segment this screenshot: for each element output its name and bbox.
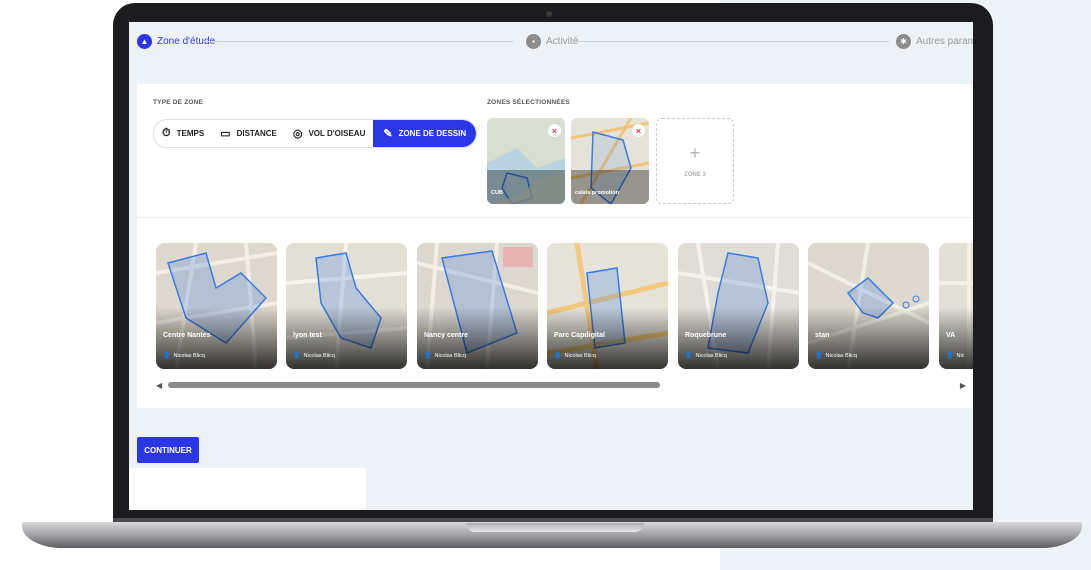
zone-tile[interactable]: Parc Capdigital 👤 Nicolas Blicq <box>547 243 668 369</box>
settings-icon: ✱ <box>896 33 911 49</box>
zone-type-dessin[interactable]: ✎ ZONE DE DESSIN <box>373 120 476 147</box>
selected-zone[interactable]: × CUB <box>487 118 565 204</box>
tile-name: Centre Nantes <box>163 332 211 339</box>
tile-overlay <box>939 307 973 369</box>
laptop-notch <box>466 523 644 532</box>
option-label: ZONE DE DESSIN <box>398 129 467 138</box>
stopwatch-icon: ⏱ <box>162 127 171 139</box>
zone-card: TYPE DE ZONE ⏱ TEMPS ▭ DISTANCE ◎ VOL D'… <box>137 84 973 408</box>
building-icon: ▪ <box>526 33 541 49</box>
user-icon: 👤 <box>946 353 954 359</box>
stepper-line <box>571 41 889 42</box>
tile-author: 👤 Nicolas Blicq <box>424 352 466 360</box>
zone-type-temps[interactable]: ⏱ TEMPS <box>154 120 212 147</box>
add-zone-label: ZONE 3 <box>684 172 706 178</box>
user-icon: 👤 <box>815 353 823 359</box>
selected-zone[interactable]: × calais promotion <box>571 118 649 204</box>
plus-icon: + <box>689 143 701 163</box>
zone-type-distance[interactable]: ▭ DISTANCE <box>212 120 285 147</box>
zone-tile[interactable]: lyon test 👤 Nicolas Blicq <box>286 243 407 369</box>
tile-name: lyon test <box>293 332 322 339</box>
divider <box>137 217 973 218</box>
remove-zone-button[interactable]: × <box>632 124 645 137</box>
zone-tile[interactable]: VA 👤 Nic <box>939 243 973 369</box>
stepper-line <box>204 41 514 42</box>
tile-author: 👤 Nicolas Blicq <box>685 352 727 360</box>
zone-type-vol-oiseau[interactable]: ◎ VOL D'OISEAU <box>285 120 373 147</box>
zone-tile[interactable]: Nancy centre 👤 Nicolas Blicq <box>417 243 538 369</box>
user-icon: 👤 <box>293 353 301 359</box>
tile-author: 👤 Nicolas Blicq <box>163 352 205 360</box>
type-zone-label: TYPE DE ZONE <box>153 99 204 106</box>
step-autres-parametres[interactable]: ✱ Autres param <box>896 31 973 51</box>
user-icon: 👤 <box>685 353 693 359</box>
tile-name: Parc Capdigital <box>554 332 605 339</box>
scroll-left-arrow-icon[interactable]: ◀ <box>156 381 162 390</box>
tile-author: 👤 Nicolas Blicq <box>554 352 596 360</box>
draw-icon: ✎ <box>383 128 393 140</box>
user-icon: 👤 <box>554 353 562 359</box>
tile-author: 👤 Nicolas Blicq <box>815 352 857 360</box>
user-icon: 👤 <box>163 353 171 359</box>
zone-tile[interactable]: Roquebrune 👤 Nicolas Blicq <box>678 243 799 369</box>
footer-panel <box>129 468 366 510</box>
camera-dot <box>546 11 552 17</box>
zone-name: calais promotion <box>575 190 620 196</box>
tile-name: Roquebrune <box>685 332 727 339</box>
app-screen: ▲ Zone d'étude ▪ Activité ✱ Autres param… <box>129 22 973 510</box>
tile-name: VA <box>946 332 956 339</box>
option-label: VOL D'OISEAU <box>308 129 366 138</box>
tile-author: 👤 Nicolas Blicq <box>293 352 335 360</box>
mountain-icon: ▲ <box>137 33 152 49</box>
target-icon: ◎ <box>292 128 303 140</box>
tile-author: 👤 Nic <box>946 352 965 360</box>
zone-tile[interactable]: stan 👤 Nicolas Blicq <box>808 243 929 369</box>
stepper: ▲ Zone d'étude ▪ Activité ✱ Autres param <box>129 22 973 62</box>
zone-gallery: Centre Nantes 👤 Nicolas Blicq lyon test 👤… <box>156 243 973 369</box>
remove-zone-button[interactable]: × <box>548 124 561 137</box>
add-zone-button[interactable]: + ZONE 3 <box>656 118 734 204</box>
step-label: Autres param <box>916 35 973 47</box>
zone-type-selector: ⏱ TEMPS ▭ DISTANCE ◎ VOL D'OISEAU ✎ ZONE… <box>153 119 477 148</box>
tile-name: stan <box>815 332 830 339</box>
user-icon: 👤 <box>424 353 432 359</box>
continue-button[interactable]: CONTINUER <box>137 437 199 463</box>
scroll-thumb[interactable] <box>168 382 660 388</box>
tile-name: Nancy centre <box>424 332 468 339</box>
option-label: TEMPS <box>176 129 205 138</box>
zone-name: CUB <box>491 190 503 196</box>
option-label: DISTANCE <box>236 129 277 138</box>
ruler-icon: ▭ <box>220 128 231 140</box>
selected-zones-label: ZONES SÉLECTIONNÉES <box>487 99 570 106</box>
scroll-right-arrow-icon[interactable]: ▶ <box>960 381 966 390</box>
zone-tile[interactable]: Centre Nantes 👤 Nicolas Blicq <box>156 243 277 369</box>
gallery-scrollbar[interactable]: ◀ ▶ <box>156 381 966 390</box>
